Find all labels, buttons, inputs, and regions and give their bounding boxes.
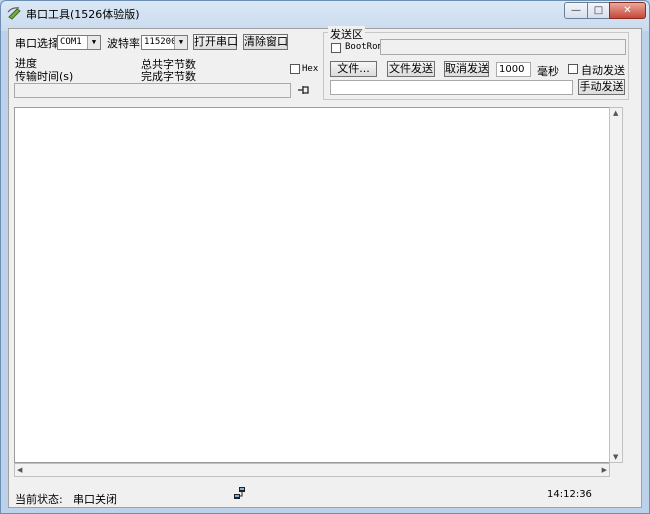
port-select-value: COM1 <box>60 37 82 47</box>
file-send-button[interactable]: 文件发送 <box>387 61 435 77</box>
horizontal-scrollbar[interactable]: ◀ ▶ <box>14 463 610 477</box>
network-icon <box>234 487 245 499</box>
client-area: 串口选择 COM1 ▼ 波特率 115200 ▼ 打开串口 清除窗口 进度 传输… <box>8 26 642 508</box>
send-input[interactable] <box>330 80 573 95</box>
status-state-value: 串口关闭 <box>73 493 117 506</box>
send-area-title: 发送区 <box>328 26 365 42</box>
baud-select-value: 115200 <box>144 37 177 47</box>
scroll-left-icon[interactable]: ◀ <box>17 466 22 474</box>
file-button[interactable]: 文件... <box>330 61 377 77</box>
main-window: 串口工具(1526体验版) — □ ✕ 串口选择 COM1 ▼ 波特率 1152… <box>0 0 650 514</box>
status-state-label: 当前状态: <box>15 493 63 506</box>
progress-bar <box>14 83 291 98</box>
baud-select[interactable]: 115200 ▼ <box>141 35 188 50</box>
open-port-button[interactable]: 打开串口 <box>193 34 238 50</box>
port-select[interactable]: COM1 ▼ <box>57 35 101 50</box>
pin-icon[interactable] <box>297 84 311 96</box>
window-title: 串口工具(1526体验版) <box>26 8 140 21</box>
scroll-right-icon[interactable]: ▶ <box>602 466 607 474</box>
auto-send-label: 自动发送 <box>581 64 625 77</box>
cancel-send-button[interactable]: 取消发送 <box>444 61 489 77</box>
interval-input[interactable]: 1000 <box>496 62 531 77</box>
vertical-scrollbar[interactable]: ▲ ▼ <box>609 107 623 463</box>
chevron-down-icon[interactable]: ▼ <box>174 36 187 49</box>
hex-checkbox[interactable] <box>290 64 300 74</box>
scroll-up-icon[interactable]: ▲ <box>613 109 618 117</box>
bootrom-field[interactable] <box>380 39 626 55</box>
auto-send-checkbox[interactable] <box>568 64 578 74</box>
hex-label: Hex <box>302 64 319 74</box>
scroll-down-icon[interactable]: ▼ <box>613 453 618 461</box>
bootrom-checkbox[interactable] <box>331 43 341 53</box>
baud-label: 波特率 <box>107 37 140 50</box>
chevron-down-icon[interactable]: ▼ <box>87 36 100 49</box>
receive-textarea[interactable] <box>14 107 610 463</box>
status-clock: 14:12:36 <box>547 489 592 500</box>
port-label: 串口选择 <box>15 37 59 50</box>
done-bytes-label: 完成字节数 <box>141 70 196 83</box>
clear-window-button[interactable]: 清除窗口 <box>243 34 288 50</box>
interval-unit: 毫秒 <box>537 65 559 78</box>
minimize-button[interactable]: — <box>564 2 588 19</box>
bootrom-label: BootRom <box>345 42 383 52</box>
close-button[interactable]: ✕ <box>609 2 646 19</box>
manual-send-button[interactable]: 手动发送 <box>578 79 625 95</box>
app-icon <box>7 7 21 20</box>
maximize-button[interactable]: □ <box>587 2 610 19</box>
transfer-time-label: 传输时间(s) <box>15 70 74 83</box>
title-bar[interactable]: 串口工具(1526体验版) — □ ✕ <box>1 1 649 27</box>
